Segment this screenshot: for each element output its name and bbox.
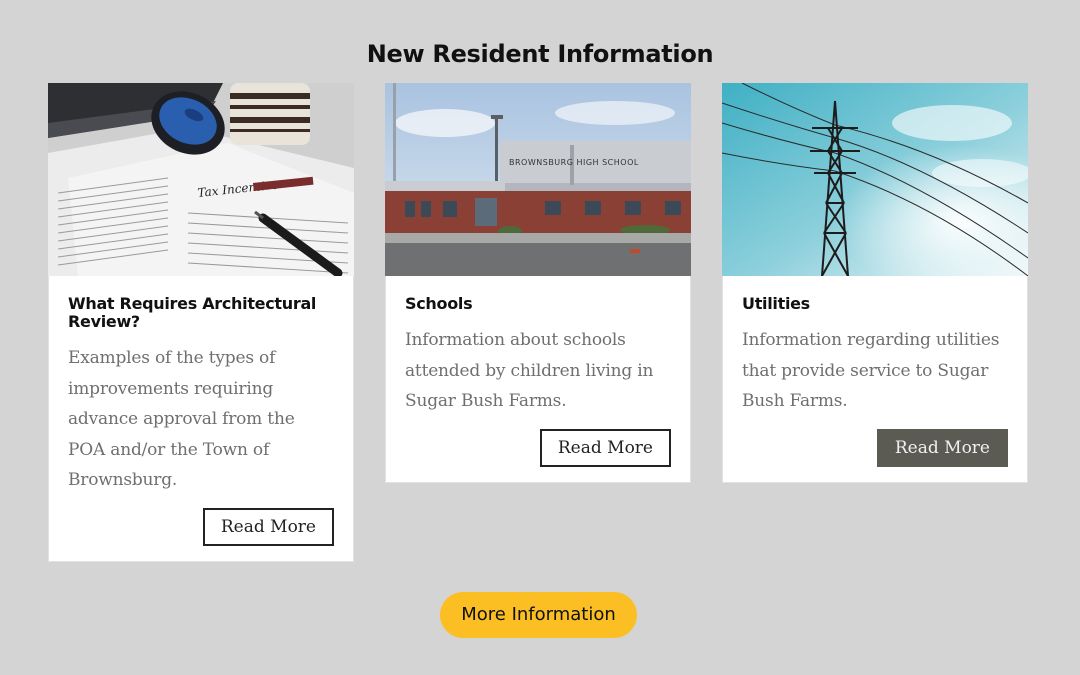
read-more-button[interactable]: Read More [539, 428, 671, 467]
more-information-button[interactable]: More Information [440, 592, 637, 638]
power-tower-photo [722, 83, 1028, 276]
card-title: What Requires Architectural Review? [68, 294, 317, 331]
new-resident-section: New Resident Information Tax Incentive W… [0, 0, 1080, 675]
card-title: Schools [405, 294, 473, 313]
card-description: Information about schools attended by ch… [405, 330, 654, 411]
card-title: Utilities [742, 294, 810, 313]
card-utilities: Utilities Information regarding utilitie… [722, 83, 1028, 483]
card-description: Information regarding utilities that pro… [742, 330, 1000, 411]
newspaper-photo: Tax Incentive [48, 83, 354, 276]
section-title: New Resident Information [366, 40, 714, 68]
card-description: Examples of the types of improvements re… [68, 348, 295, 490]
school-sign-text: BROWNSBURG HIGH SCHOOL [509, 158, 639, 167]
high-school-photo: BROWNSBURG HIGH SCHOOL [385, 83, 691, 276]
read-more-button[interactable]: Read More [202, 507, 334, 546]
read-more-button[interactable]: Read More [876, 428, 1008, 467]
card-architectural-review: Tax Incentive What Requires Architectura… [48, 83, 354, 562]
card-schools: BROWNSBURG HIGH SCHOOL Schools Informati… [385, 83, 691, 483]
